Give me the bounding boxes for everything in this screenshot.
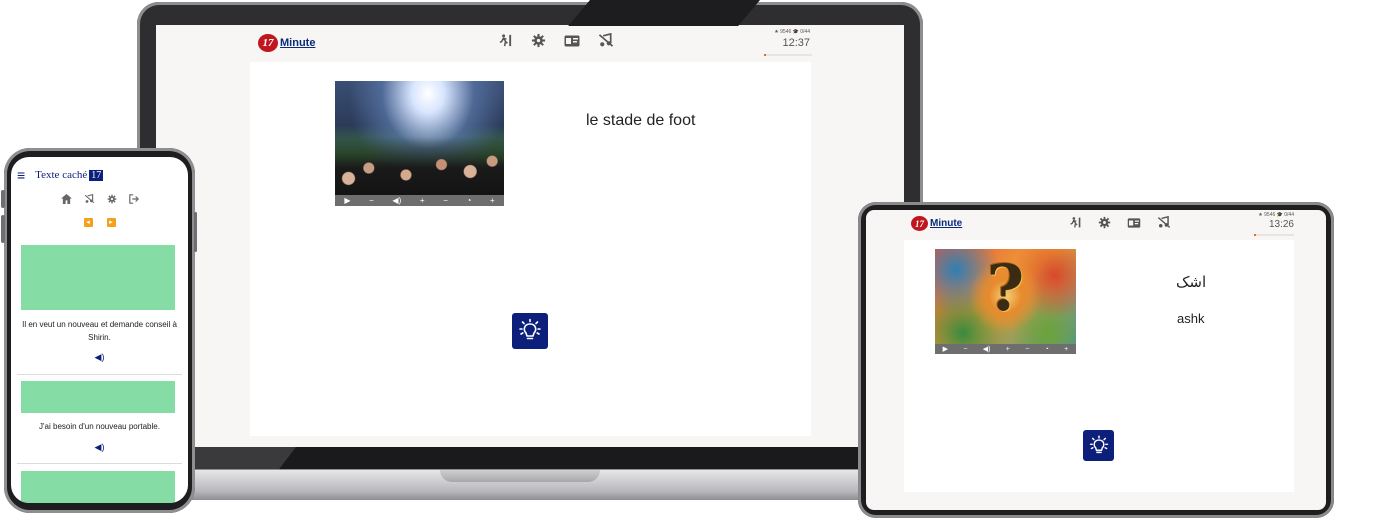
logo-text: Minute xyxy=(930,218,963,229)
phone-power-button xyxy=(194,212,197,252)
flashcard: ▶ − ◀) + − ◔ + le stade de foot xyxy=(250,62,811,436)
speed-down-button[interactable]: − xyxy=(1025,346,1029,353)
page-title: Texte caché 17 xyxy=(35,169,104,181)
laptop-screen: 17 Minute ★ 9546 🎓 0/44 12:37 ▶ − ◀) + −… xyxy=(156,25,904,447)
stadium-image xyxy=(335,81,504,206)
play-button[interactable]: ▶ xyxy=(943,345,948,353)
level-badge: 17 xyxy=(89,170,104,181)
volume-icon: ◀) xyxy=(982,346,991,353)
timer-progress-fill xyxy=(1254,234,1256,236)
hint-button[interactable] xyxy=(512,313,548,349)
hint-button[interactable] xyxy=(1083,430,1114,461)
gear-icon[interactable] xyxy=(107,194,117,207)
phone-volume-button xyxy=(1,190,5,208)
no-music-icon[interactable] xyxy=(84,193,95,207)
media-controls: ▶ − ◀) + − ◔ + xyxy=(935,344,1076,354)
nav-arrows: ◂ ▸ xyxy=(11,218,188,227)
card-word: le stade de foot xyxy=(586,112,696,129)
hidden-text-block[interactable] xyxy=(21,471,175,503)
divider xyxy=(17,374,182,375)
phone-volume-button xyxy=(1,215,5,243)
flashcard: ? ▶ − ◀) + − ◔ + اشک ashk xyxy=(904,240,1294,492)
id-card-icon[interactable] xyxy=(564,35,580,47)
score-stats: ★ 9546 🎓 0/44 xyxy=(1258,212,1294,218)
card-image[interactable]: ? ▶ − ◀) + − ◔ + xyxy=(935,249,1076,354)
sentence-text: Il en veut un nouveau et demande conseil… xyxy=(22,320,177,342)
logout-icon[interactable] xyxy=(128,194,139,207)
card-image[interactable]: ▶ − ◀) + − ◔ + xyxy=(335,81,504,206)
timer: 13:26 xyxy=(1268,219,1294,230)
no-music-icon[interactable] xyxy=(1157,216,1171,229)
speaker-icon[interactable]: ◀) xyxy=(11,352,188,363)
speed-up-button[interactable]: + xyxy=(490,196,495,205)
card-transliteration: ashk xyxy=(1177,311,1205,326)
app-logo[interactable]: 17 Minute xyxy=(911,216,962,231)
phone-screen: ≡ Texte caché 17 ◂ ▸ Il en veut un nouvea… xyxy=(11,157,188,503)
laptop-glare xyxy=(568,0,760,26)
tablet-screen: 17 Minute ★ 9546 🎓 0/44 13:26 ? ▶ − ◀) +… xyxy=(866,210,1326,510)
volume-up-button[interactable]: + xyxy=(1006,346,1010,353)
volume-down-button[interactable]: − xyxy=(963,346,967,353)
divider xyxy=(17,463,182,464)
speed-icon: ◔ xyxy=(466,196,472,205)
prev-arrow-icon[interactable]: ◂ xyxy=(83,218,93,227)
lightbulb-icon xyxy=(1089,435,1108,453)
phone-header: ≡ Texte caché 17 xyxy=(17,168,104,182)
toolbar xyxy=(1069,216,1171,229)
next-arrow-icon[interactable]: ▸ xyxy=(106,218,116,227)
speaker-icon[interactable]: ◀) xyxy=(11,442,188,453)
timer-progress xyxy=(764,54,812,56)
app-logo[interactable]: 17 Minute xyxy=(258,34,315,52)
logo-badge: 17 xyxy=(911,216,928,231)
speed-down-button[interactable]: − xyxy=(443,196,448,205)
no-music-icon[interactable] xyxy=(598,33,614,48)
speed-up-button[interactable]: + xyxy=(1064,346,1068,353)
stats-panel: ★ 9546 🎓 0/44 13:26 xyxy=(1234,212,1294,230)
exit-runner-icon[interactable] xyxy=(498,33,513,48)
logo-badge: 17 xyxy=(258,34,278,52)
timer-progress xyxy=(1254,234,1294,236)
card-word: اشک xyxy=(1176,273,1207,291)
volume-down-button[interactable]: − xyxy=(369,196,374,205)
gear-icon[interactable] xyxy=(531,33,546,48)
lightbulb-icon xyxy=(519,318,541,340)
phone-toolbar xyxy=(11,193,188,207)
media-controls: ▶ − ◀) + − ◔ + xyxy=(335,195,504,206)
timer: 12:37 xyxy=(782,37,810,49)
sentence-text: J'ai besoin d'un nouveau portable. xyxy=(39,422,160,431)
timer-progress-fill xyxy=(764,54,767,56)
logo-text: Minute xyxy=(280,37,316,49)
toolbar xyxy=(498,33,614,48)
laptop-notch xyxy=(440,470,600,482)
gear-icon[interactable] xyxy=(1098,216,1111,229)
speed-icon: ◔ xyxy=(1044,345,1049,353)
id-card-icon[interactable] xyxy=(1127,217,1141,228)
volume-icon: ◀) xyxy=(392,196,402,205)
hidden-text-block[interactable] xyxy=(21,245,175,310)
home-icon[interactable] xyxy=(60,194,72,207)
hidden-text-block[interactable] xyxy=(21,381,175,413)
play-button[interactable]: ▶ xyxy=(344,196,350,205)
exit-runner-icon[interactable] xyxy=(1069,216,1082,229)
score-stats: ★ 9546 🎓 0/44 xyxy=(774,29,810,35)
volume-up-button[interactable]: + xyxy=(420,196,425,205)
stats-panel: ★ 9546 🎓 0/44 12:37 xyxy=(742,29,810,49)
menu-icon[interactable]: ≡ xyxy=(17,168,25,182)
question-mark-painting: ? xyxy=(935,249,1076,354)
